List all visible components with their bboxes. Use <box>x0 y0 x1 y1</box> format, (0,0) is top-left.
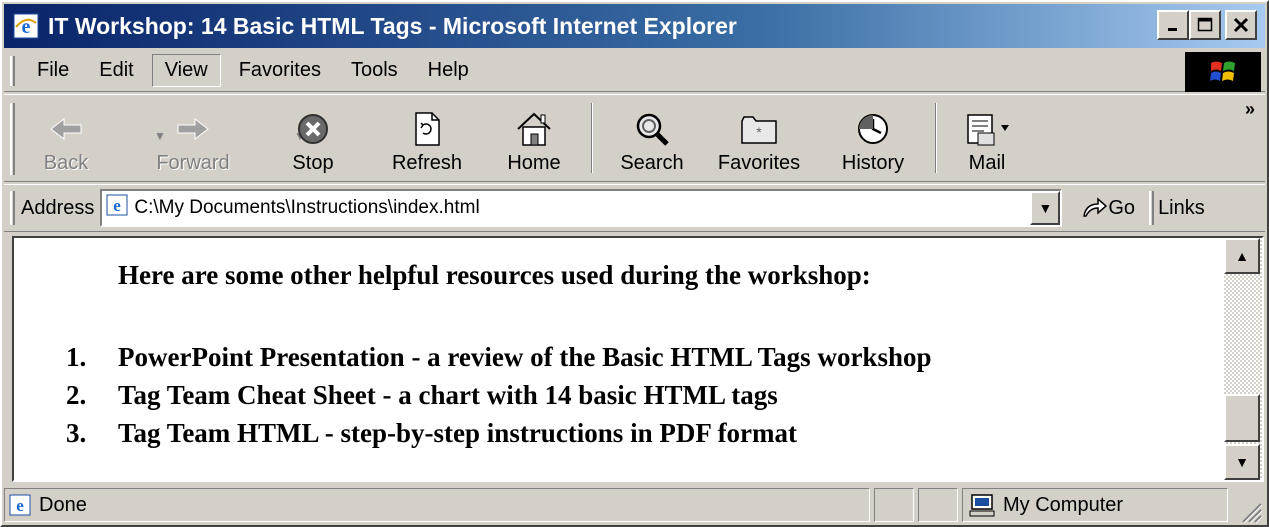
list-item[interactable]: 2. Tag Team Cheat Sheet - a chart with 1… <box>66 376 931 414</box>
list-number: 3. <box>66 418 87 448</box>
resource-link[interactable]: PowerPoint Presentation - a review of th… <box>118 338 931 376</box>
windows-logo-icon <box>1210 61 1235 81</box>
status-panel <box>874 488 914 522</box>
window-title: IT Workshop: 14 Basic HTML Tags - Micros… <box>48 12 737 39</box>
title-bar[interactable]: e IT Workshop: 14 Basic HTML Tags - Micr… <box>4 4 1265 48</box>
favorites-button[interactable]: * Favorites <box>705 95 813 181</box>
arrow-down-icon: ▼ <box>1235 454 1249 470</box>
favorites-folder-icon: * <box>740 106 778 152</box>
scrollbar-thumb[interactable] <box>1224 394 1260 442</box>
close-button[interactable] <box>1225 10 1257 40</box>
windows-logo-throbber <box>1185 52 1261 92</box>
favorites-label: Favorites <box>717 152 801 174</box>
status-panel <box>918 488 958 522</box>
go-label: Go <box>1108 196 1136 219</box>
intro-text: Here are some other helpful resources us… <box>118 260 871 290</box>
menu-favorites[interactable]: Favorites <box>227 55 333 86</box>
list-item[interactable]: 1. PowerPoint Presentation - a review of… <box>66 338 931 376</box>
home-label: Home <box>507 152 561 174</box>
scroll-down-button[interactable]: ▼ <box>1224 444 1260 480</box>
resource-link[interactable]: Tag Team Cheat Sheet - a chart with 14 b… <box>118 376 778 414</box>
forward-label: Forward <box>156 152 230 174</box>
standard-toolbar: Back ▼ Forward ▼ Stop Refresh Home <box>4 94 1265 182</box>
svg-text:e: e <box>114 196 122 215</box>
back-button[interactable]: Back <box>25 95 107 181</box>
refresh-label: Refresh <box>391 152 463 174</box>
list-number: 1. <box>66 342 87 372</box>
arrow-up-icon: ▲ <box>1235 248 1249 264</box>
menu-bar: File Edit View Favorites Tools Help <box>4 50 1265 92</box>
mail-icon <box>964 106 1010 152</box>
status-text: Done <box>39 493 87 516</box>
minimize-icon <box>1168 28 1177 31</box>
menu-edit[interactable]: Edit <box>87 55 145 86</box>
address-bar: Address e C:\My Documents\Instructions\i… <box>4 184 1265 232</box>
links-grip[interactable] <box>1149 191 1155 225</box>
menu-help[interactable]: Help <box>416 55 481 86</box>
home-icon <box>515 106 553 152</box>
search-button[interactable]: Search <box>607 95 697 181</box>
mail-label: Mail <box>968 152 1006 174</box>
vertical-scrollbar[interactable]: ▲ ▼ <box>1224 238 1262 480</box>
back-arrow-icon <box>49 106 83 152</box>
browser-window: e IT Workshop: 14 Basic HTML Tags - Micr… <box>0 0 1269 527</box>
links-button[interactable]: Links <box>1158 197 1205 220</box>
scroll-up-button[interactable]: ▲ <box>1224 238 1260 274</box>
status-main-panel: e Done <box>4 488 870 522</box>
ie-page-icon: e <box>106 194 128 222</box>
home-button[interactable]: Home <box>491 95 577 181</box>
toolbar-separator <box>591 103 593 173</box>
refresh-icon <box>412 106 442 152</box>
toolbar-separator <box>935 103 937 173</box>
page-body: Here are some other helpful resources us… <box>14 238 1226 480</box>
status-bar: e Done My Computer <box>4 486 1265 524</box>
mail-button[interactable]: Mail <box>951 95 1023 181</box>
page-content: Here are some other helpful resources us… <box>12 236 1264 482</box>
forward-arrow-icon <box>176 106 210 152</box>
back-label: Back <box>43 152 89 174</box>
menu-view[interactable]: View <box>151 54 221 87</box>
svg-text:*: * <box>756 124 762 140</box>
maximize-icon <box>1197 17 1213 32</box>
menu-tools[interactable]: Tools <box>339 55 410 86</box>
addressbar-grip[interactable] <box>10 191 15 225</box>
toolbar-grip[interactable] <box>10 103 15 175</box>
zone-text: My Computer <box>1003 493 1124 516</box>
search-icon <box>634 106 670 152</box>
search-label: Search <box>620 152 684 174</box>
address-input[interactable]: e C:\My Documents\Instructions\index.htm… <box>100 189 1063 227</box>
list-item[interactable]: 3. Tag Team HTML - step-by-step instruct… <box>66 414 931 452</box>
address-dropdown-button[interactable]: ▼ <box>1030 191 1061 225</box>
close-icon <box>1233 17 1249 33</box>
address-url: C:\My Documents\Instructions\index.html <box>134 197 480 218</box>
stop-button[interactable]: Stop <box>269 95 357 181</box>
ie-logo-icon: e <box>12 12 40 40</box>
toolbar-more-chevron[interactable]: » <box>1245 99 1255 120</box>
forward-button[interactable]: Forward <box>137 95 249 181</box>
go-button[interactable]: Go <box>1080 196 1135 220</box>
list-number: 2. <box>66 380 87 410</box>
svg-text:e: e <box>16 496 24 515</box>
menu-file[interactable]: File <box>25 55 81 86</box>
security-zone-panel: My Computer <box>962 488 1228 522</box>
stop-label: Stop <box>292 152 334 174</box>
ie-page-icon: e <box>9 494 31 516</box>
menubar-grip[interactable] <box>10 55 15 86</box>
history-icon <box>855 106 891 152</box>
resource-link[interactable]: Tag Team HTML - step-by-step instruction… <box>118 414 797 452</box>
stop-icon <box>296 106 330 152</box>
history-label: History <box>841 152 905 174</box>
refresh-button[interactable]: Refresh <box>377 95 477 181</box>
minimize-button[interactable] <box>1157 10 1189 40</box>
computer-icon <box>969 493 995 517</box>
go-arrow-icon <box>1083 197 1108 217</box>
chevron-down-icon: ▼ <box>1038 200 1053 216</box>
resource-list: 1. PowerPoint Presentation - a review of… <box>66 338 931 452</box>
history-button[interactable]: History <box>825 95 921 181</box>
address-label: Address <box>21 196 95 219</box>
resize-grip[interactable] <box>1237 498 1263 524</box>
maximize-button[interactable] <box>1189 10 1221 40</box>
